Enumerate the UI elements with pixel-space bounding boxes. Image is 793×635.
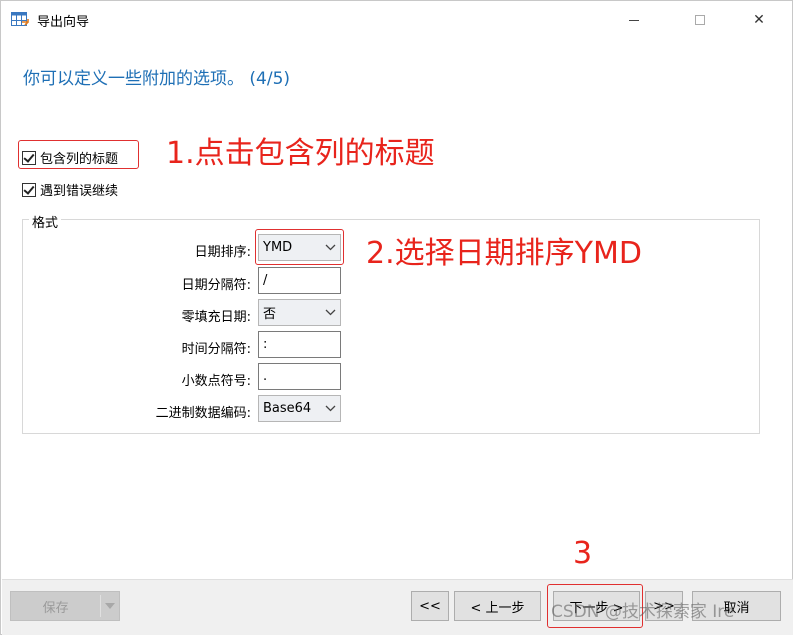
chevron-down-icon — [320, 396, 340, 421]
minimize-icon — [629, 19, 639, 21]
close-icon: ✕ — [753, 12, 765, 28]
binary-encoding-select[interactable]: Base64 — [258, 395, 341, 422]
first-step-button[interactable]: << — [411, 591, 449, 621]
decimal-symbol-label: 小数点符号: — [181, 374, 251, 389]
minimize-button[interactable] — [611, 1, 657, 39]
annotation-step1: 1.点击包含列的标题 — [166, 136, 435, 171]
save-button[interactable]: 保存 — [10, 591, 120, 621]
title-bar: 导出向导 ✕ — [1, 1, 792, 39]
save-button-label: 保存 — [42, 600, 69, 616]
decimal-symbol-input[interactable]: . — [258, 363, 341, 390]
zero-pad-date-label: 零填充日期: — [181, 310, 251, 325]
close-button[interactable]: ✕ — [736, 1, 782, 39]
format-group-legend: 格式 — [29, 212, 62, 231]
chevron-down-icon — [320, 300, 340, 325]
watermark: CSDN @技术探索家 Ire — [551, 602, 735, 622]
date-separator-label: 日期分隔符: — [181, 278, 251, 293]
date-separator-input[interactable]: / — [258, 267, 341, 294]
maximize-button[interactable] — [677, 1, 723, 39]
time-separator-label: 时间分隔符: — [181, 342, 251, 357]
annotation-box-header — [18, 140, 139, 169]
table-export-icon — [11, 12, 29, 28]
annotation-box-date-order — [255, 229, 344, 265]
previous-step-button[interactable]: < 上一步 — [454, 591, 541, 621]
date-order-label: 日期排序: — [194, 245, 251, 260]
window-title: 导出向导 — [37, 15, 90, 30]
export-wizard-window: 导出向导 ✕ 你可以定义一些附加的选项。 (4/5) 包含列的标题 1.点击包含… — [0, 0, 793, 635]
binary-encoding-label: 二进制数据编码: — [155, 406, 251, 421]
binary-encoding-value: Base64 — [263, 401, 312, 416]
zero-pad-date-value: 否 — [263, 307, 277, 322]
chevron-down-icon[interactable] — [101, 603, 119, 609]
annotation-step3: 3 — [573, 536, 593, 571]
continue-on-error-label: 遇到错误继续 — [40, 184, 119, 199]
maximize-icon — [695, 15, 705, 25]
zero-pad-date-select[interactable]: 否 — [258, 299, 341, 326]
time-separator-input[interactable]: : — [258, 331, 341, 358]
annotation-step2: 2.选择日期排序YMD — [366, 236, 642, 271]
continue-on-error-checkbox-row[interactable]: 遇到错误继续 — [22, 180, 118, 199]
step-heading: 你可以定义一些附加的选项。 (4/5) — [23, 69, 291, 89]
continue-on-error-checkbox[interactable] — [22, 182, 36, 197]
